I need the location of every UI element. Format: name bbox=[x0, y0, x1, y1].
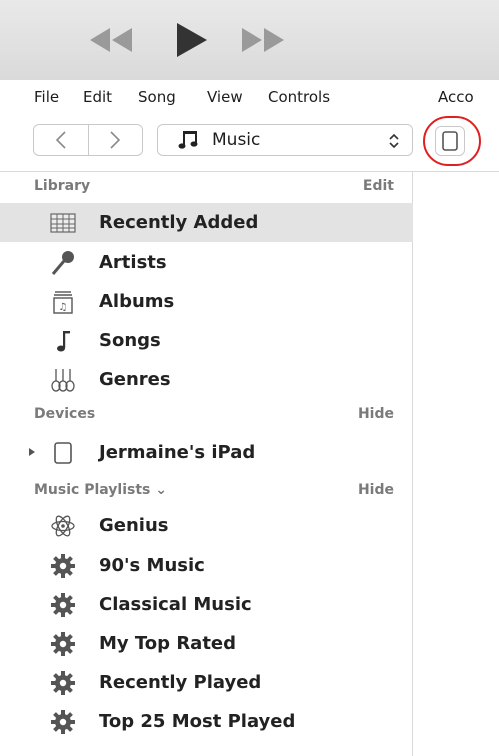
library-edit-button[interactable]: Edit bbox=[363, 178, 394, 194]
sidebar-item-top-25-most-played[interactable]: Top 25 Most Played bbox=[0, 702, 413, 741]
menu-controls[interactable]: Controls bbox=[268, 88, 330, 106]
menu-edit[interactable]: Edit bbox=[83, 88, 112, 106]
media-kind-label: Music bbox=[212, 130, 261, 150]
devices-title: Devices bbox=[34, 406, 96, 422]
fast-forward-icon bbox=[242, 28, 284, 52]
album-icon: ♫ bbox=[50, 289, 76, 315]
playlists-header: Music Playlists ⌄ Hide bbox=[34, 482, 394, 504]
sidebar-item-albums[interactable]: ♫ Albums bbox=[0, 282, 413, 321]
sidebar-item-recently-played[interactable]: Recently Played bbox=[0, 663, 413, 702]
svg-text:♫: ♫ bbox=[59, 302, 68, 313]
chevron-right-icon bbox=[110, 131, 121, 149]
sidebar-item-label: Albums bbox=[99, 291, 175, 312]
sidebar-item-label: Classical Music bbox=[99, 594, 252, 615]
sidebar: Library Edit Recently Added Artists ♫ Al… bbox=[0, 172, 413, 756]
media-kind-select[interactable]: Music bbox=[157, 124, 413, 156]
rewind-button[interactable] bbox=[88, 22, 134, 58]
atom-icon bbox=[50, 513, 76, 539]
navigation-toolbar: Music bbox=[0, 114, 499, 172]
grid-icon bbox=[50, 210, 76, 236]
sidebar-item-genius[interactable]: Genius bbox=[0, 506, 413, 545]
devices-header: Devices Hide bbox=[34, 406, 394, 428]
playlists-title[interactable]: Music Playlists ⌄ bbox=[34, 482, 167, 498]
sidebar-item-label: Recently Played bbox=[99, 672, 262, 693]
devices-hide-button[interactable]: Hide bbox=[358, 406, 394, 422]
gear-icon bbox=[50, 670, 76, 696]
sidebar-item-my-top-rated[interactable]: My Top Rated bbox=[0, 624, 413, 663]
sidebar-item-label: Top 25 Most Played bbox=[99, 711, 296, 732]
forward-button[interactable] bbox=[87, 125, 142, 155]
sidebar-item-label: 90's Music bbox=[99, 555, 205, 576]
menu-bar: File Edit Song View Controls Acco bbox=[0, 80, 499, 114]
transport-toolbar bbox=[0, 0, 499, 80]
main-content-area bbox=[414, 172, 499, 756]
play-button[interactable] bbox=[175, 22, 209, 58]
sidebar-item-artists[interactable]: Artists bbox=[0, 243, 413, 282]
menu-view[interactable]: View bbox=[207, 88, 243, 106]
rewind-icon bbox=[90, 28, 132, 52]
sidebar-item-classical-music[interactable]: Classical Music bbox=[0, 585, 413, 624]
gear-icon bbox=[50, 592, 76, 618]
gear-icon bbox=[50, 553, 76, 579]
sidebar-item-label: Genres bbox=[99, 369, 171, 390]
sidebar-item-ipad[interactable]: Jermaine's iPad bbox=[0, 433, 413, 472]
sidebar-item-label: Jermaine's iPad bbox=[99, 442, 256, 463]
ipad-icon bbox=[50, 440, 76, 466]
music-note-icon bbox=[178, 131, 198, 149]
sidebar-item-songs[interactable]: Songs bbox=[0, 321, 413, 360]
chevron-left-icon bbox=[55, 131, 66, 149]
gear-icon bbox=[50, 709, 76, 735]
sidebar-item-90s-music[interactable]: 90's Music bbox=[0, 546, 413, 585]
library-header: Library Edit bbox=[34, 178, 394, 200]
disclosure-triangle-icon[interactable] bbox=[28, 447, 36, 457]
sidebar-item-genres[interactable]: Genres bbox=[0, 360, 413, 399]
sidebar-item-label: My Top Rated bbox=[99, 633, 237, 654]
note-icon bbox=[50, 328, 76, 354]
sidebar-item-label: Songs bbox=[99, 330, 161, 351]
sidebar-item-label: Recently Added bbox=[99, 212, 259, 233]
library-title: Library bbox=[34, 178, 91, 194]
play-icon bbox=[177, 23, 207, 57]
history-buttons bbox=[33, 124, 143, 156]
updown-chevron-icon bbox=[389, 133, 399, 149]
sidebar-item-label: Genius bbox=[99, 515, 169, 536]
menu-account[interactable]: Acco bbox=[438, 88, 474, 106]
sidebar-item-label: Artists bbox=[99, 252, 167, 273]
gear-icon bbox=[50, 631, 76, 657]
guitar-icon bbox=[50, 367, 76, 393]
highlight-circle bbox=[423, 116, 481, 166]
sidebar-item-recently-added[interactable]: Recently Added bbox=[0, 203, 413, 242]
playlists-hide-button[interactable]: Hide bbox=[358, 482, 394, 498]
menu-song[interactable]: Song bbox=[138, 88, 176, 106]
menu-file[interactable]: File bbox=[34, 88, 59, 106]
fast-forward-button[interactable] bbox=[240, 22, 286, 58]
microphone-icon bbox=[50, 250, 76, 276]
back-button[interactable] bbox=[34, 125, 88, 155]
